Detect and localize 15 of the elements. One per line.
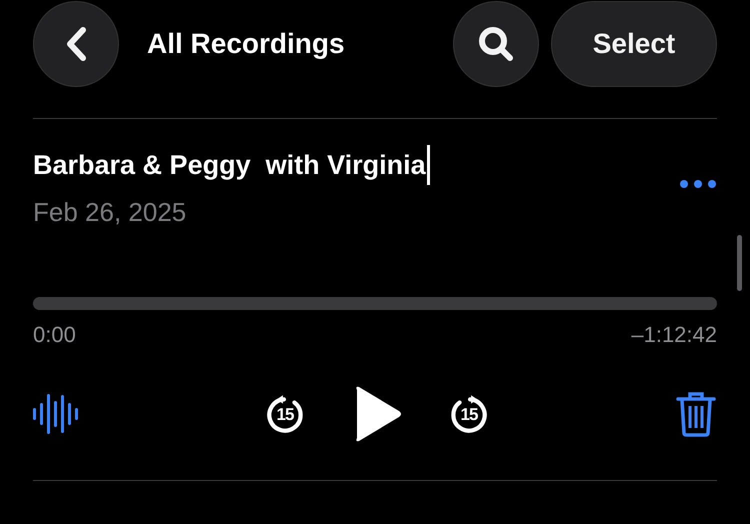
elapsed-time: 0:00 [33,322,76,348]
scrollbar [737,235,742,291]
back-icon [64,26,88,62]
skip-forward-button[interactable]: 15 [445,390,493,438]
delete-button[interactable] [675,390,717,438]
remaining-time: –1:12:42 [631,322,717,348]
recording-date: Feb 26, 2025 [33,197,188,228]
search-icon [476,24,516,64]
progress-track[interactable] [33,297,717,310]
select-button[interactable]: Select [551,1,717,87]
waveform-button[interactable] [33,391,79,437]
more-button[interactable] [679,179,717,189]
header-title: All Recordings [147,28,345,60]
skip-back-button[interactable]: 15 [261,390,309,438]
recording-title[interactable]: Barbara & Peggy with Virginia [33,150,426,180]
